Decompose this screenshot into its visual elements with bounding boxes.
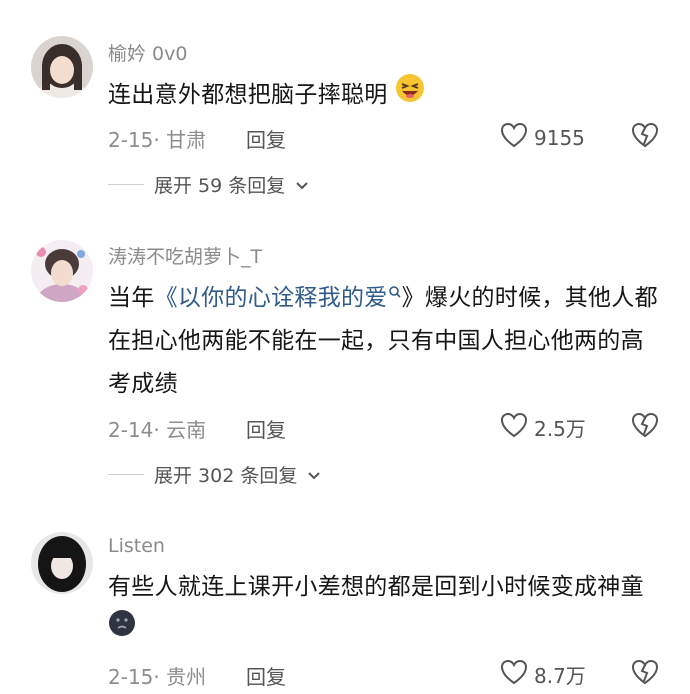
dislike-button[interactable] (631, 659, 659, 689)
reply-button[interactable]: 回复 (246, 661, 286, 690)
avatar[interactable] (31, 532, 93, 594)
username[interactable]: Listen (108, 535, 165, 557)
like-count: 8.7万 (534, 664, 586, 688)
heart-outline-icon (500, 659, 528, 690)
like-button[interactable]: 8.7万 (500, 659, 586, 690)
dark-face-emoji-icon (108, 609, 136, 652)
comment-text: 有些人就连上课开小差想的都是回到小时候变成神童 (108, 566, 663, 652)
broken-heart-icon (631, 659, 659, 689)
comment-text-content: 有些人就连上课开小差想的都是回到小时候变成神童 (108, 574, 644, 600)
date-location: 2-15· 贵州 (108, 665, 207, 689)
comment-item: Listen 有些人就连上课开小差想的都是回到小时候变成神童 2-15· 贵州 … (0, 0, 690, 694)
